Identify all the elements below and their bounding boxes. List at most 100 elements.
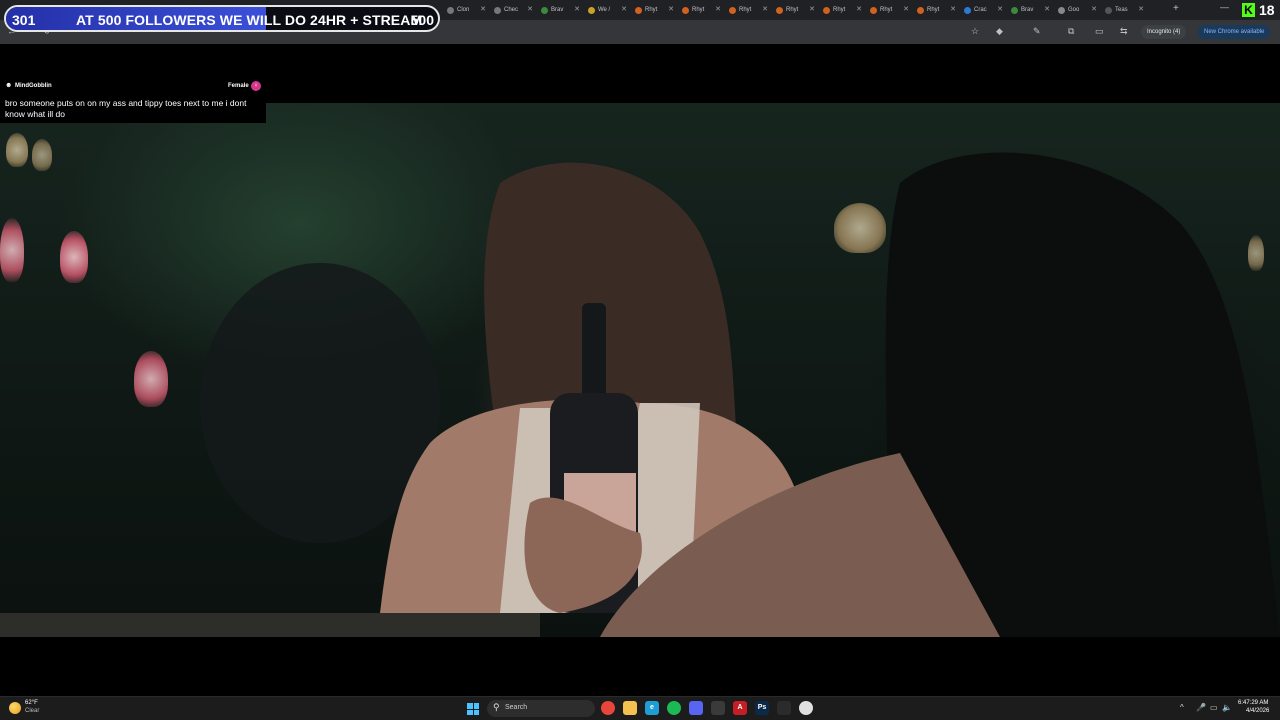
close-tab-icon[interactable]: ✕ bbox=[1138, 5, 1144, 13]
browser-tab[interactable]: Chec ✕ bbox=[490, 2, 537, 18]
close-tab-icon[interactable]: ✕ bbox=[762, 5, 768, 13]
follower-goal-target: 500 bbox=[410, 12, 434, 28]
browser-tab[interactable]: Brav ✕ bbox=[537, 2, 584, 18]
volume-icon[interactable]: 🔈 bbox=[1222, 703, 1232, 712]
close-tab-icon[interactable]: ✕ bbox=[527, 5, 533, 13]
clock-date[interactable]: 4/4/2026 bbox=[1246, 708, 1269, 714]
globe-icon bbox=[541, 6, 548, 14]
page-icon bbox=[682, 6, 689, 14]
bar-counter bbox=[0, 613, 540, 637]
female-icon: ♀ bbox=[251, 81, 261, 91]
weather-moon-icon[interactable] bbox=[9, 702, 21, 714]
windows-taskbar: 62°F Clear ⚲ Search e A Ps ^ 🎤 ▭ 🔈 6:47:29… bbox=[0, 696, 1280, 720]
page-icon bbox=[447, 6, 454, 14]
tab-label: Rhyt bbox=[692, 7, 705, 13]
close-tab-icon[interactable]: ✕ bbox=[1044, 5, 1050, 13]
close-tab-icon[interactable]: ✕ bbox=[1091, 5, 1097, 13]
tab-label: Crac bbox=[974, 7, 987, 13]
new-tab-button[interactable]: + bbox=[1173, 3, 1179, 14]
video-frame bbox=[0, 103, 1280, 637]
spotify-icon[interactable] bbox=[667, 701, 681, 715]
browser-tab[interactable]: Rhyt ✕ bbox=[725, 2, 772, 18]
tab-label: Goo bbox=[1068, 7, 1080, 13]
tab-label: Rhyt bbox=[927, 7, 940, 13]
browser-tab[interactable]: Crac ✕ bbox=[960, 2, 1007, 18]
weather-temperature[interactable]: 62°F bbox=[25, 700, 38, 706]
extension-icon[interactable]: ◆ bbox=[996, 26, 1003, 37]
page-icon bbox=[635, 6, 642, 14]
chat-username[interactable]: MindGobblin bbox=[15, 83, 52, 89]
tab-label: We / bbox=[598, 7, 611, 13]
obs-icon[interactable] bbox=[711, 701, 725, 715]
tab-label: Chec bbox=[504, 7, 519, 13]
page-icon bbox=[588, 6, 595, 14]
browser-tab[interactable]: Clon ✕ bbox=[443, 2, 490, 18]
close-tab-icon[interactable]: ✕ bbox=[997, 5, 1003, 13]
browser-tab[interactable]: We / ✕ bbox=[584, 2, 631, 18]
follower-goal-text: AT 500 FOLLOWERS WE WILL DO 24HR + STREA… bbox=[76, 12, 423, 28]
close-tab-icon[interactable]: ✕ bbox=[480, 5, 486, 13]
close-tab-icon[interactable]: ✕ bbox=[621, 5, 627, 13]
close-tab-icon[interactable]: ✕ bbox=[715, 5, 721, 13]
tab-label: Brav bbox=[551, 7, 564, 13]
tab-label: Brav bbox=[1021, 7, 1034, 13]
close-tab-icon[interactable]: ✕ bbox=[950, 5, 956, 13]
screen: Clon ✕ Chec ✕ Brav ✕ We / ✕ Rhyt ✕ Rhyt ✕ Rhyt ✕ Rhyt ✕… bbox=[0, 0, 1280, 720]
browser-tab[interactable]: Rhyt ✕ bbox=[631, 2, 678, 18]
browser-tab[interactable]: Teas ✕ bbox=[1101, 2, 1148, 18]
tab-strip: Clon ✕ Chec ✕ Brav ✕ We / ✕ Rhyt ✕ Rhyt ✕ Rhyt ✕ Rhyt ✕… bbox=[443, 2, 1148, 18]
kick-logo-icon: K bbox=[1242, 3, 1255, 17]
page-icon bbox=[964, 6, 971, 14]
tab-label: Rhyt bbox=[786, 7, 799, 13]
network-icon[interactable]: ▭ bbox=[1210, 703, 1218, 712]
minimize-icon[interactable]: — bbox=[1220, 2, 1229, 12]
browser-tab[interactable]: Goo ✕ bbox=[1054, 2, 1101, 18]
chat-gender-label: Female bbox=[228, 83, 249, 89]
discord-icon[interactable] bbox=[689, 701, 703, 715]
close-tab-icon[interactable]: ✕ bbox=[809, 5, 815, 13]
browser-tab[interactable]: Rhyt ✕ bbox=[913, 2, 960, 18]
terminal-icon[interactable] bbox=[777, 701, 791, 715]
browser-tab[interactable]: Rhyt ✕ bbox=[772, 2, 819, 18]
follower-goal-bar: 301 AT 500 FOLLOWERS WE WILL DO 24HR + S… bbox=[4, 5, 440, 32]
close-tab-icon[interactable]: ✕ bbox=[856, 5, 862, 13]
photoshop-icon[interactable]: Ps bbox=[755, 701, 769, 715]
app-icon[interactable] bbox=[799, 701, 813, 715]
browser-tab[interactable]: Brav ✕ bbox=[1007, 2, 1054, 18]
microphone-icon[interactable]: 🎤 bbox=[1196, 703, 1206, 712]
page-icon bbox=[917, 6, 924, 14]
page-icon bbox=[870, 6, 877, 14]
close-tab-icon[interactable]: ✕ bbox=[574, 5, 580, 13]
page-icon bbox=[1058, 6, 1065, 14]
clock-time[interactable]: 6:47:29 AM bbox=[1238, 700, 1268, 706]
incognito-badge[interactable]: Incognito (4) bbox=[1141, 25, 1187, 39]
new-chrome-button[interactable]: New Chrome available bbox=[1198, 25, 1271, 39]
profile-icon[interactable]: ⇆ bbox=[1120, 26, 1128, 37]
chrome-icon[interactable] bbox=[601, 701, 615, 715]
file-explorer-icon[interactable] bbox=[623, 701, 637, 715]
tab-label: Rhyt bbox=[833, 7, 846, 13]
follower-goal-current: 301 bbox=[12, 12, 36, 28]
page-icon bbox=[729, 6, 736, 14]
browser-tab[interactable]: Rhyt ✕ bbox=[866, 2, 913, 18]
chevron-up-icon[interactable]: ^ bbox=[1180, 703, 1184, 712]
page-icon bbox=[1105, 6, 1112, 14]
weather-condition[interactable]: Clear bbox=[25, 708, 39, 714]
tab-label: Clon bbox=[457, 7, 470, 13]
edge-icon[interactable]: e bbox=[645, 701, 659, 715]
sidebar-icon[interactable]: ▭ bbox=[1095, 26, 1104, 37]
taskbar-search[interactable]: ⚲ Search bbox=[487, 700, 595, 717]
tab-label: Rhyt bbox=[645, 7, 658, 13]
tab-label: Teas bbox=[1115, 7, 1128, 13]
browser-tab[interactable]: Rhyt ✕ bbox=[678, 2, 725, 18]
extensions-puzzle-icon[interactable]: ⧉ bbox=[1068, 26, 1074, 37]
globe-icon bbox=[1011, 6, 1018, 14]
windows-start-icon[interactable] bbox=[467, 703, 479, 715]
close-tab-icon[interactable]: ✕ bbox=[903, 5, 909, 13]
scene-figures bbox=[0, 152, 1280, 637]
close-tab-icon[interactable]: ✕ bbox=[668, 5, 674, 13]
bookmark-star-icon[interactable]: ☆ bbox=[971, 26, 979, 37]
extension-icon[interactable]: ✎ bbox=[1033, 26, 1041, 37]
acrobat-icon[interactable]: A bbox=[733, 701, 747, 715]
browser-tab[interactable]: Rhyt ✕ bbox=[819, 2, 866, 18]
